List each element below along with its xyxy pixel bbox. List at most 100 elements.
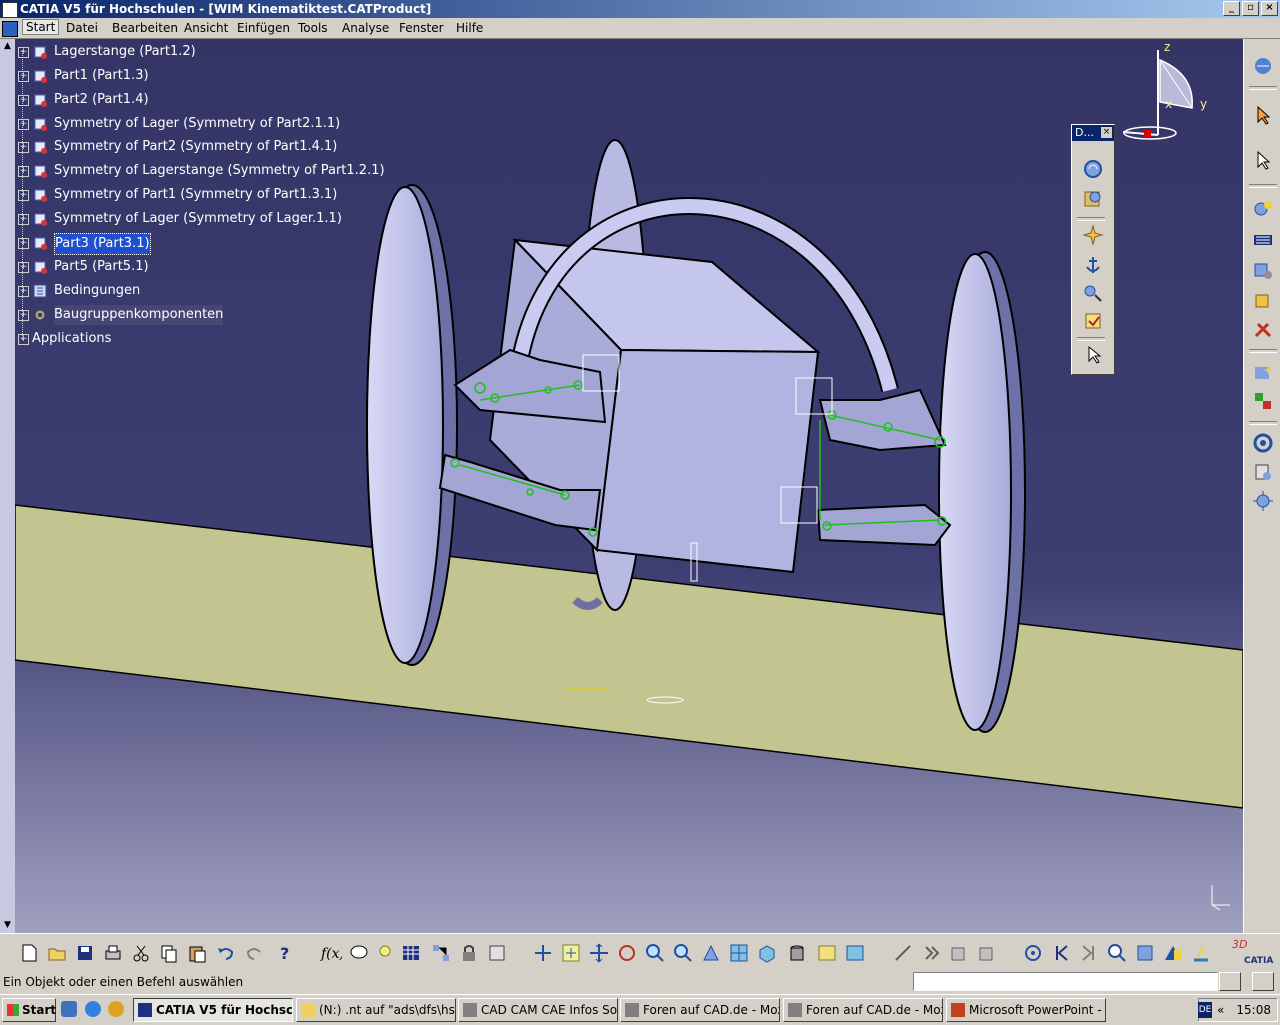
compile-simulation-icon[interactable] <box>1081 187 1105 211</box>
part-icon[interactable] <box>1251 289 1275 311</box>
floating-toolbar[interactable]: D... × <box>1071 124 1115 375</box>
simulation-icon[interactable] <box>1081 157 1105 181</box>
scroll-up-icon[interactable]: ▲ <box>2 41 13 52</box>
floating-toolbar-close-icon[interactable]: × <box>1101 127 1112 138</box>
minimize-button[interactable]: _ <box>1223 1 1240 16</box>
constraint-icon[interactable] <box>1251 389 1275 411</box>
search-icon[interactable] <box>1106 942 1128 964</box>
fly-icon[interactable] <box>532 942 554 964</box>
undo-icon[interactable] <box>214 942 236 964</box>
status-button-2[interactable] <box>1252 972 1274 991</box>
lock-icon[interactable] <box>458 942 480 964</box>
target-icon[interactable] <box>1022 942 1044 964</box>
expand-icon[interactable]: + <box>18 47 29 58</box>
new-icon[interactable] <box>18 942 40 964</box>
open-icon[interactable] <box>46 942 68 964</box>
fit-all-icon[interactable] <box>560 942 582 964</box>
close-button[interactable]: × <box>1261 1 1278 16</box>
expand-icon[interactable]: + <box>18 334 29 345</box>
zoom-out-icon[interactable] <box>672 942 694 964</box>
shading-icon[interactable] <box>786 942 808 964</box>
tools-icon[interactable] <box>1251 317 1275 339</box>
task-cad-infos[interactable]: CAD CAM CAE Infos Soft... <box>458 998 618 1022</box>
rotate-icon[interactable] <box>616 942 638 964</box>
select-icon[interactable] <box>1081 343 1105 367</box>
compass-icon[interactable] <box>1120 40 1220 150</box>
pan-icon[interactable] <box>588 942 610 964</box>
expand-icon[interactable]: + <box>18 95 29 106</box>
status-button-1[interactable] <box>1219 972 1241 991</box>
restore-button[interactable]: ▫ <box>1242 1 1259 16</box>
hide-show-icon[interactable] <box>816 942 838 964</box>
snap-grid-icon[interactable] <box>892 942 914 964</box>
catia-app-icon[interactable] <box>2 2 18 18</box>
multi-view-icon[interactable] <box>728 942 750 964</box>
help-icon[interactable]: ? <box>274 942 296 964</box>
menu-hilfe[interactable]: Hilfe <box>456 21 483 35</box>
product-icon[interactable] <box>1251 259 1275 281</box>
light-icon[interactable] <box>374 942 396 964</box>
formula-icon[interactable]: f(x) <box>320 942 342 964</box>
menu-datei[interactable]: Datei <box>66 21 98 35</box>
copy-icon[interactable] <box>158 942 180 964</box>
menu-analyse[interactable]: Analyse <box>342 21 389 35</box>
properties-icon[interactable] <box>486 942 508 964</box>
paste-icon[interactable] <box>186 942 208 964</box>
first-icon[interactable] <box>1050 942 1072 964</box>
expand-icon[interactable]: + <box>18 310 29 321</box>
expand-icon[interactable]: + <box>18 166 29 177</box>
media-player-icon[interactable] <box>108 1001 124 1017</box>
manipulation-icon[interactable] <box>1081 281 1105 305</box>
analysis-icon[interactable] <box>1162 942 1184 964</box>
start-button[interactable]: Start <box>2 998 56 1022</box>
workbench-icon[interactable] <box>1251 55 1275 77</box>
last-icon[interactable] <box>1078 942 1100 964</box>
table-icon[interactable] <box>400 942 422 964</box>
language-indicator[interactable]: DE <box>1198 1002 1212 1018</box>
task-foren-1[interactable]: Foren auf CAD.de - Mozilla <box>620 998 780 1022</box>
structure-icon[interactable] <box>430 942 452 964</box>
expand-icon[interactable]: + <box>18 142 29 153</box>
expand-icon[interactable]: + <box>18 71 29 82</box>
sparkle-icon[interactable] <box>1251 361 1275 383</box>
select-icon[interactable] <box>1251 104 1275 126</box>
task-explorer[interactable]: (N:) .nt auf "ads\dfs\hs\... <box>296 998 456 1022</box>
group-icon[interactable] <box>976 942 998 964</box>
save-icon[interactable] <box>74 942 96 964</box>
expand-icon[interactable]: + <box>18 119 29 130</box>
expand-icon[interactable]: + <box>18 262 29 273</box>
light-source-icon[interactable] <box>1190 942 1212 964</box>
vertical-scrollbar[interactable]: ▲ ▼ <box>0 39 16 933</box>
menu-bearbeiten[interactable]: Bearbeiten <box>112 21 178 35</box>
menu-tools[interactable]: Tools <box>298 21 328 35</box>
menu-fenster[interactable]: Fenster <box>399 21 444 35</box>
expand-icon[interactable]: + <box>18 238 29 249</box>
iso-view-icon[interactable] <box>756 942 778 964</box>
anchor-icon[interactable] <box>1081 253 1105 277</box>
measure-icon[interactable] <box>1134 942 1156 964</box>
expand-icon[interactable]: + <box>18 190 29 201</box>
filter-icon[interactable] <box>948 942 970 964</box>
settings-icon[interactable] <box>1251 461 1275 483</box>
snap-icon[interactable] <box>1081 309 1105 333</box>
task-foren-2[interactable]: Foren auf CAD.de - Mozilla <box>783 998 943 1022</box>
normal-view-icon[interactable] <box>700 942 722 964</box>
menu-einfuegen[interactable]: Einfügen <box>237 21 290 35</box>
menu-start[interactable]: Start <box>22 19 60 35</box>
scroll-down-icon[interactable]: ▼ <box>2 920 13 931</box>
ie-icon[interactable] <box>85 1001 101 1017</box>
expand-icon[interactable]: + <box>18 286 29 297</box>
desktop-icon[interactable] <box>61 1001 77 1017</box>
tray-expand-icon[interactable]: « <box>1217 999 1224 1021</box>
next-icon[interactable] <box>920 942 942 964</box>
component-icon[interactable] <box>1251 197 1275 219</box>
spiral-icon[interactable] <box>1251 432 1275 454</box>
zoom-in-icon[interactable] <box>644 942 666 964</box>
explode-icon[interactable] <box>1251 489 1275 511</box>
print-icon[interactable] <box>102 942 124 964</box>
knowledge-icon[interactable] <box>348 942 370 964</box>
menu-ansicht[interactable]: Ansicht <box>184 21 228 35</box>
task-powerpoint[interactable]: Microsoft PowerPoint - [... <box>946 998 1106 1022</box>
expand-icon[interactable]: + <box>18 214 29 225</box>
cut-icon[interactable] <box>130 942 152 964</box>
